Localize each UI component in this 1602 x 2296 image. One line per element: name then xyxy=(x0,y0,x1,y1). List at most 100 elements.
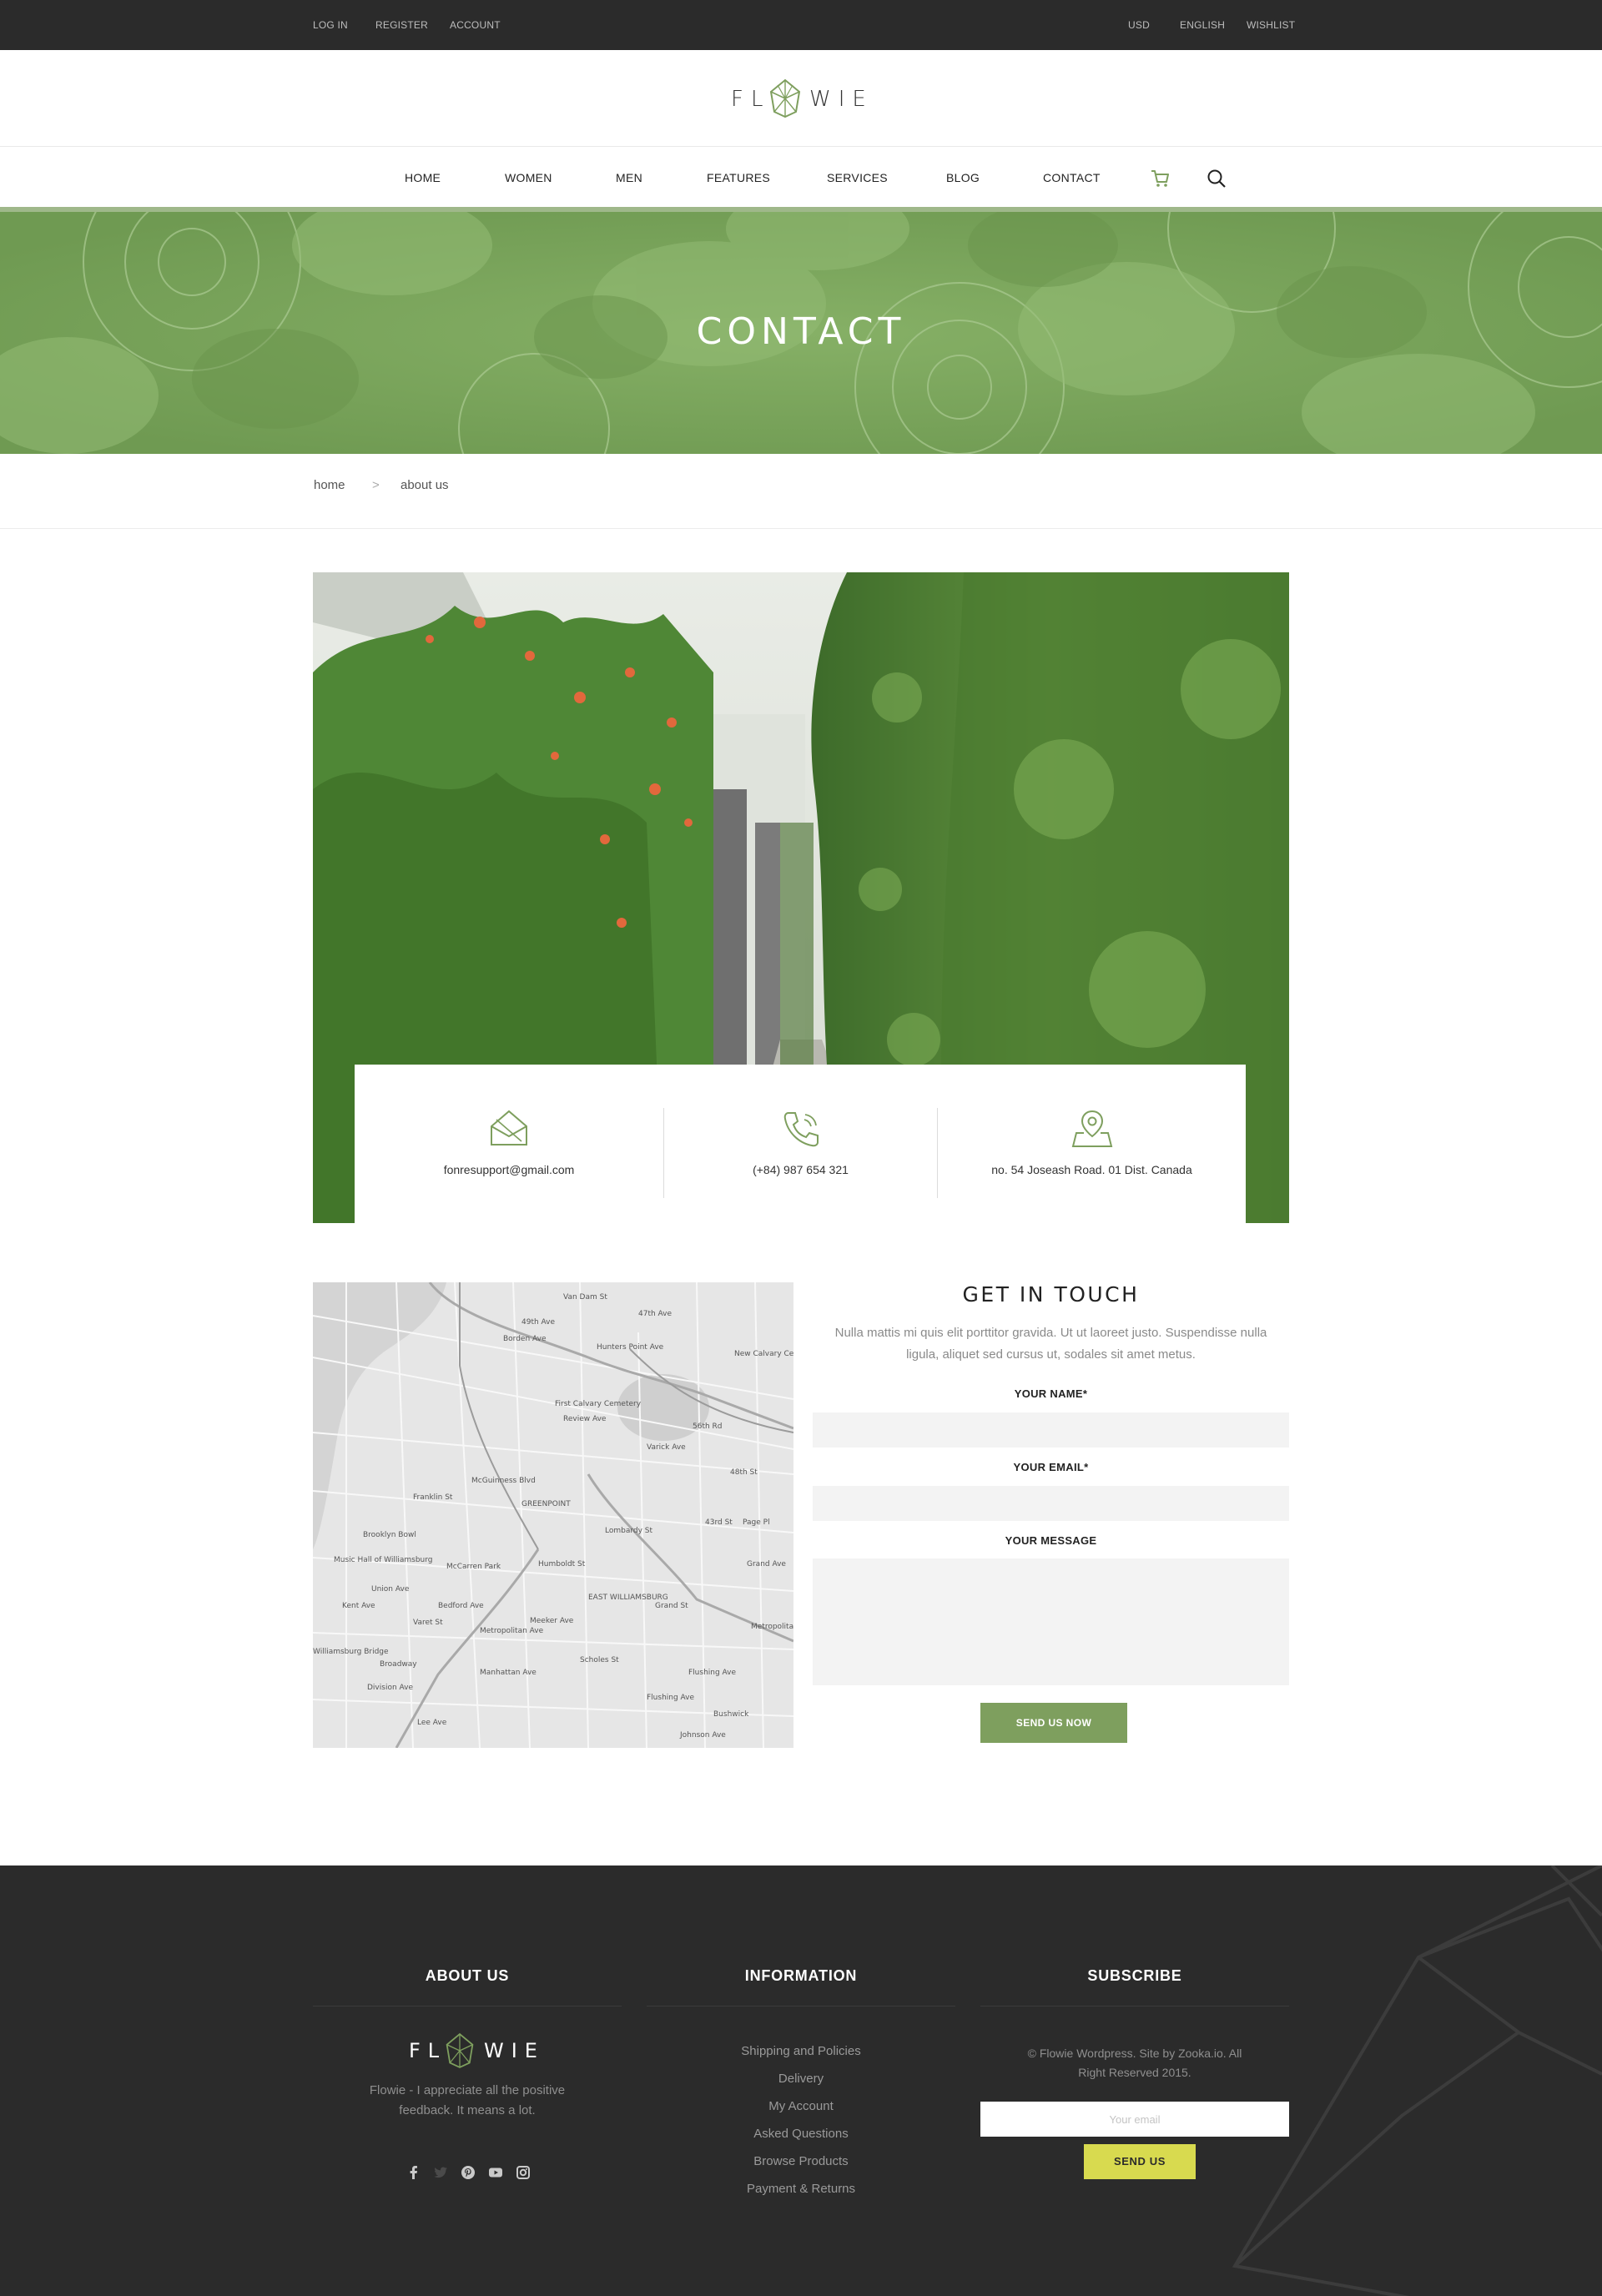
phone-number[interactable]: (+84) 987 654 321 xyxy=(664,1163,937,1176)
youtube-icon[interactable] xyxy=(487,2164,504,2181)
footer-logo[interactable]: FL WIE xyxy=(409,2032,551,2074)
map-label: Varet St xyxy=(413,1619,443,1627)
name-field[interactable] xyxy=(813,1412,1289,1448)
footer-link-payment[interactable]: Payment & Returns xyxy=(676,2182,926,2196)
language-select[interactable]: ENGLISH xyxy=(1180,0,1225,50)
facebook-icon[interactable] xyxy=(406,2164,422,2181)
instagram-icon[interactable] xyxy=(515,2164,531,2181)
cart-icon[interactable] xyxy=(1150,169,1170,189)
map-label: New Calvary Cem xyxy=(734,1350,793,1358)
name-label: YOUR NAME* xyxy=(1014,1387,1088,1400)
location-map[interactable]: 49th Ave 47th Ave Borden Ave Hunters Poi… xyxy=(313,1282,793,1748)
currency-select[interactable]: USD xyxy=(1128,0,1150,50)
map-label: 43rd St xyxy=(705,1518,733,1527)
search-icon[interactable] xyxy=(1207,169,1227,189)
breadcrumb-separator: > xyxy=(372,478,380,492)
form-intro: Nulla mattis mi quis elit porttitor grav… xyxy=(834,1326,1267,1362)
twitter-icon[interactable] xyxy=(432,2164,449,2181)
email-field[interactable] xyxy=(813,1486,1289,1521)
register-link[interactable]: REGISTER xyxy=(375,0,428,50)
map-label: Bedford Ave xyxy=(438,1602,484,1610)
footer-link-shipping[interactable]: Shipping and Policies xyxy=(676,2044,926,2058)
map-label: Division Ave xyxy=(367,1684,413,1692)
main-nav: HOME WOMEN MEN FEATURES SERVICES BLOG CO… xyxy=(0,147,1602,209)
hero-banner: CONTACT xyxy=(0,212,1602,454)
footer: ABOUT US FL WIE Flowie - I appreciate al… xyxy=(0,1866,1602,2296)
map-label: First Calvary Cemetery xyxy=(555,1400,642,1408)
breadcrumb-home[interactable]: home xyxy=(314,454,345,517)
footer-information-title: INFORMATION xyxy=(744,1967,858,1984)
leaf-crystal-logo-icon xyxy=(768,78,803,118)
map-label: Scholes St xyxy=(580,1656,619,1664)
footer-link-delivery[interactable]: Delivery xyxy=(676,2072,926,2086)
footer-about-title: ABOUT US xyxy=(425,1967,510,1984)
map-label: EAST WILLIAMSBURG xyxy=(588,1594,668,1602)
map-label: Williamsburg Bridge xyxy=(313,1648,389,1656)
map-label: 49th Ave xyxy=(521,1318,556,1327)
nav-item-contact[interactable]: CONTACT xyxy=(1043,147,1101,209)
send-button[interactable]: SEND US NOW xyxy=(980,1703,1127,1743)
map-label: McGuinness Blvd xyxy=(471,1477,536,1485)
address-info: no. 54 Joseash Road. 01 Dist. Canada xyxy=(938,1065,1246,1223)
email-address[interactable]: fonresupport@gmail.com xyxy=(355,1163,663,1176)
breadcrumb: home > about us xyxy=(0,454,1602,529)
map-label: Page Pl xyxy=(743,1518,770,1527)
footer-about-text: Flowie - I appreciate all the positive f… xyxy=(369,2083,566,2117)
map-label: Broadway xyxy=(380,1660,417,1669)
map-label: Humboldt St xyxy=(538,1560,586,1568)
map-label: Kent Ave xyxy=(342,1602,375,1610)
map-label: Flushing Ave xyxy=(688,1669,737,1677)
breadcrumb-current: about us xyxy=(400,478,449,492)
account-link[interactable]: ACCOUNT xyxy=(450,0,501,50)
nav-item-blog[interactable]: BLOG xyxy=(946,147,980,209)
nav-item-features[interactable]: FEATURES xyxy=(707,147,770,209)
footer-logo-text-left: FL xyxy=(409,2039,447,2062)
map-label: Grand St xyxy=(655,1602,688,1610)
map-label: 47th Ave xyxy=(638,1310,673,1318)
location-pin-icon xyxy=(1071,1108,1113,1150)
copyright-text: © Flowie Wordpress. Site by Zooka.io. Al… xyxy=(1027,2047,1242,2079)
footer-link-products[interactable]: Browse Products xyxy=(676,2154,926,2168)
map-label: Flushing Ave xyxy=(647,1694,695,1702)
page-title: CONTACT xyxy=(696,310,906,353)
map-label: Varick Ave xyxy=(647,1443,686,1452)
envelope-icon xyxy=(488,1108,530,1150)
map-label: McCarren Park xyxy=(446,1563,501,1571)
leaf-crystal-logo-icon xyxy=(444,2032,476,2069)
pinterest-icon[interactable] xyxy=(460,2164,476,2181)
map-label: Brooklyn Bowl xyxy=(363,1531,416,1539)
subscribe-email-input[interactable] xyxy=(980,2102,1289,2137)
contact-info-card: fonresupport@gmail.com (+84) 987 654 321… xyxy=(355,1065,1246,1223)
footer-link-account[interactable]: My Account xyxy=(676,2099,926,2113)
map-label: GREENPOINT xyxy=(521,1500,571,1508)
map-label: Review Ave xyxy=(563,1415,607,1423)
footer-link-questions[interactable]: Asked Questions xyxy=(676,2127,926,2141)
nav-item-men[interactable]: MEN xyxy=(616,147,642,209)
email-label: YOUR EMAIL* xyxy=(1013,1461,1089,1473)
wishlist-link[interactable]: WISHLIST xyxy=(1247,0,1295,50)
map-label: Manhattan Ave xyxy=(480,1669,537,1677)
nav-item-home[interactable]: HOME xyxy=(405,147,441,209)
login-link[interactable]: LOG IN xyxy=(313,0,348,50)
map-label: Van Dam St xyxy=(563,1293,607,1302)
map-label: Meeker Ave xyxy=(530,1617,574,1625)
nav-item-women[interactable]: WOMEN xyxy=(505,147,552,209)
map-label: Lee Ave xyxy=(417,1719,447,1727)
message-field[interactable] xyxy=(813,1558,1289,1685)
logo-row: FL WIE xyxy=(0,50,1602,147)
map-label: Metropolitan Ave xyxy=(480,1627,544,1635)
email-info: fonresupport@gmail.com xyxy=(355,1065,663,1223)
site-logo[interactable]: FL WIE xyxy=(731,77,873,123)
map-label: Lombardy St xyxy=(605,1527,653,1535)
logo-text-right: WIE xyxy=(809,87,874,112)
subscribe-button[interactable]: SEND US xyxy=(1084,2144,1196,2179)
map-label: Johnson Ave xyxy=(679,1731,726,1740)
map-label: Bushwick xyxy=(713,1710,749,1719)
map-label: 56th Rd xyxy=(693,1422,723,1431)
footer-subscribe-title: SUBSCRIBE xyxy=(1087,1967,1182,1984)
map-label: Metropolitan xyxy=(751,1623,793,1631)
contact-form: GET IN TOUCH Nulla mattis mi quis elit p… xyxy=(813,1282,1289,1750)
nav-item-services[interactable]: SERVICES xyxy=(827,147,888,209)
message-label: YOUR MESSAGE xyxy=(1005,1534,1097,1547)
map-label: Franklin St xyxy=(413,1493,453,1502)
